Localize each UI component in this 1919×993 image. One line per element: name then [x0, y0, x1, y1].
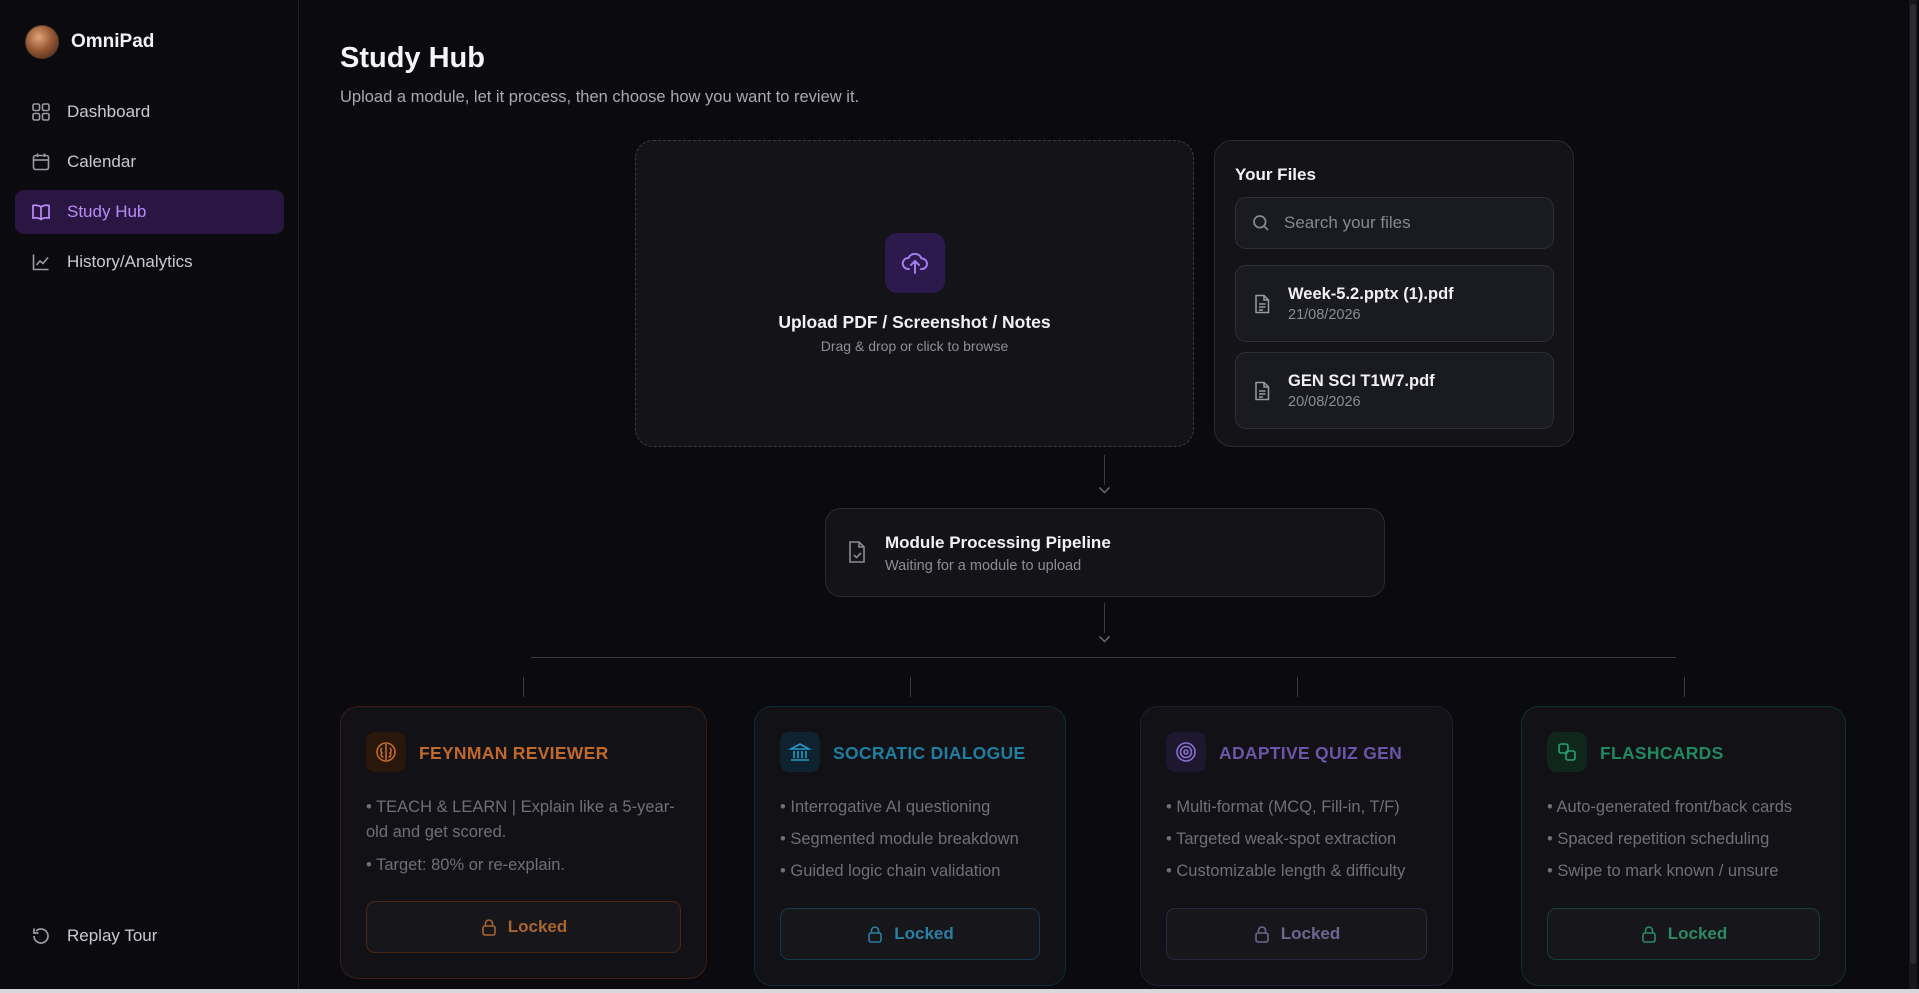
your-files-panel: Your Files Week-5.2.pptx (1).pdf 21/08/2… [1214, 140, 1574, 447]
sidebar-nav: Dashboard Calendar Study Hub History/Ana… [15, 90, 284, 290]
card-bullets: • Interrogative AI questioning • Segment… [780, 795, 1045, 891]
sidebar-item-label: History/Analytics [67, 252, 193, 271]
card-title: FLASHCARDS [1600, 743, 1724, 763]
card-bullets: • Multi-format (MCQ, Fill-in, T/F) • Tar… [1166, 795, 1432, 891]
card-bullet: • Customizable length & difficulty [1166, 862, 1406, 880]
upload-hint: Drag & drop or click to browse [820, 338, 1009, 354]
lock-icon [1640, 925, 1658, 943]
sidebar-item-study-hub[interactable]: Study Hub [15, 190, 284, 234]
adaptive-quiz-card: ADAPTIVE QUIZ GEN • Multi-format (MCQ, F… [1140, 706, 1453, 986]
chevron-down-icon [1098, 486, 1111, 494]
pipeline-title: Module Processing Pipeline [885, 533, 1111, 552]
brain-icon [366, 732, 406, 772]
file-check-icon [846, 540, 868, 571]
card-bullet: • Auto-generated front/back cards [1547, 798, 1793, 816]
card-bullet: • Spaced repetition scheduling [1547, 830, 1770, 848]
line-chart-icon [31, 252, 51, 272]
replay-tour-area: Replay Tour [15, 914, 284, 964]
connector-line [1104, 455, 1105, 485]
pipeline-status: Waiting for a module to upload [885, 558, 1082, 574]
app-name: OmniPad [71, 31, 155, 52]
upload-title: Upload PDF / Screenshot / Notes [778, 312, 1051, 332]
card-bullet: • Targeted weak-spot extraction [1166, 830, 1397, 848]
sidebar-item-label: Dashboard [67, 102, 151, 121]
page-title: Study Hub [340, 42, 485, 74]
cloud-upload-icon [885, 233, 945, 293]
search-input[interactable] [1284, 213, 1544, 233]
file-name: Week-5.2.pptx (1).pdf [1288, 284, 1454, 303]
sidebar-item-dashboard[interactable]: Dashboard [15, 90, 284, 134]
lock-icon [866, 925, 884, 943]
branch-drop [910, 677, 911, 697]
file-search [1235, 197, 1554, 249]
landmark-icon [780, 732, 820, 772]
avatar [25, 25, 59, 59]
rotate-ccw-icon [31, 926, 51, 946]
brand[interactable]: OmniPad [25, 25, 154, 59]
flashcards-card: FLASHCARDS • Auto-generated front/back c… [1521, 706, 1846, 986]
branch-line [531, 657, 1676, 658]
locked-label: Locked [1280, 924, 1341, 943]
upload-dropzone[interactable]: Upload PDF / Screenshot / Notes Drag & d… [635, 140, 1194, 447]
socratic-locked-button[interactable]: Locked [780, 908, 1040, 960]
locked-label: Locked [507, 917, 568, 936]
branch-drop [1684, 677, 1685, 697]
vertical-scrollbar[interactable] [1909, 0, 1917, 989]
file-text-icon [1251, 381, 1273, 401]
main-content: Study Hub Upload a module, let it proces… [300, 0, 1919, 989]
file-item[interactable]: Week-5.2.pptx (1).pdf 21/08/2026 [1235, 265, 1554, 342]
sidebar-item-label: Study Hub [67, 202, 147, 221]
flashcards-locked-button[interactable]: Locked [1547, 908, 1820, 960]
card-title: FEYNMAN REVIEWER [419, 743, 609, 763]
lock-icon [480, 918, 498, 936]
card-title: SOCRATIC DIALOGUE [833, 743, 1026, 763]
card-bullet: • Multi-format (MCQ, Fill-in, T/F) [1166, 798, 1400, 816]
connector-line [1104, 603, 1105, 633]
file-name: GEN SCI T1W7.pdf [1288, 371, 1435, 390]
card-bullets: • Auto-generated front/back cards • Spac… [1547, 795, 1825, 891]
replay-tour-label: Replay Tour [67, 926, 158, 945]
card-bullet: • Segmented module breakdown [780, 830, 1019, 848]
files-title: Your Files [1235, 165, 1316, 184]
file-item[interactable]: GEN SCI T1W7.pdf 20/08/2026 [1235, 352, 1554, 429]
page-subtitle: Upload a module, let it process, then ch… [340, 88, 860, 106]
lock-icon [1253, 925, 1271, 943]
replay-tour-button[interactable]: Replay Tour [15, 914, 284, 958]
search-icon [1252, 214, 1270, 232]
card-bullet: • TEACH & LEARN | Explain like a 5-year-… [366, 798, 675, 841]
locked-label: Locked [1667, 924, 1728, 943]
card-bullet: • Guided logic chain validation [780, 862, 1001, 880]
branch-drop [1297, 677, 1298, 697]
target-icon [1166, 732, 1206, 772]
card-title: ADAPTIVE QUIZ GEN [1219, 743, 1403, 763]
card-bullet: • Target: 80% or re-explain. [366, 856, 565, 874]
book-open-icon [31, 202, 51, 222]
card-bullet: • Interrogative AI questioning [780, 798, 991, 816]
calendar-icon [31, 152, 51, 172]
window-bottom-edge [0, 989, 1919, 993]
file-date: 20/08/2026 [1288, 393, 1361, 410]
sidebar-item-label: Calendar [67, 152, 136, 171]
adaptive-quiz-locked-button[interactable]: Locked [1166, 908, 1427, 960]
feynman-locked-button[interactable]: Locked [366, 901, 681, 953]
copy-cards-icon [1547, 732, 1587, 772]
chevron-down-icon [1098, 635, 1111, 643]
file-text-icon [1251, 294, 1273, 314]
sidebar-item-calendar[interactable]: Calendar [15, 140, 284, 184]
scrollbar-thumb[interactable] [1910, 4, 1916, 964]
grid-icon [31, 102, 51, 122]
locked-label: Locked [894, 924, 954, 943]
socratic-dialogue-card: SOCRATIC DIALOGUE • Interrogative AI que… [754, 706, 1066, 986]
file-date: 21/08/2026 [1288, 306, 1361, 323]
card-bullet: • Swipe to mark known / unsure [1547, 862, 1779, 880]
card-bullets: • TEACH & LEARN | Explain like a 5-year-… [366, 795, 686, 886]
sidebar: OmniPad Dashboard Calendar Study Hub His… [0, 0, 299, 989]
processing-pipeline: Module Processing Pipeline Waiting for a… [825, 508, 1385, 597]
branch-drop [523, 677, 524, 697]
feynman-reviewer-card: FEYNMAN REVIEWER • TEACH & LEARN | Expla… [340, 706, 707, 979]
sidebar-item-history-analytics[interactable]: History/Analytics [15, 240, 284, 284]
